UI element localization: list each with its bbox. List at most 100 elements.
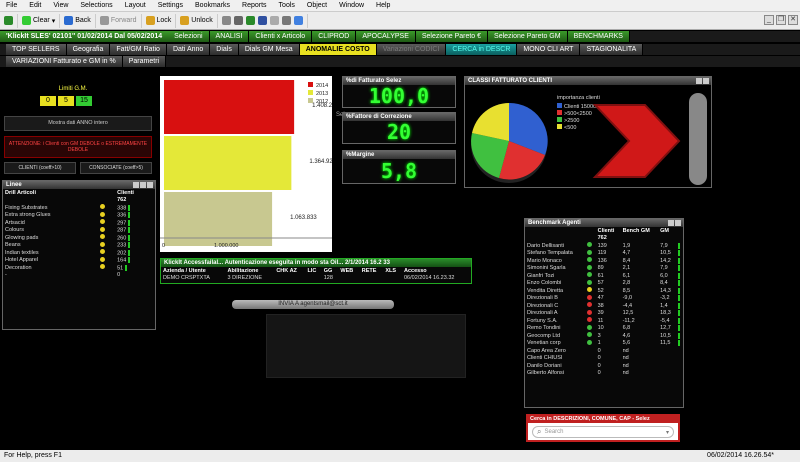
table-row[interactable]: Geocomp Ltd 3 4,6 10,5 (525, 332, 683, 340)
clienti-button[interactable]: CLIENTI (coeff>10) (4, 162, 76, 174)
tab-cerca-in-descr[interactable]: CERCA in DESCR (446, 44, 518, 55)
save-icon[interactable] (257, 16, 267, 25)
table-row[interactable]: Decoration 51 (3, 264, 155, 272)
forward-button[interactable]: Forward (96, 13, 142, 28)
tab-benchmarks[interactable]: BENCHMARKS (567, 31, 630, 42)
unlock-button[interactable]: Unlock (176, 13, 218, 28)
tab-selezione-pareto-gm[interactable]: Selezione Pareto GM (488, 31, 568, 42)
tab-mono-cli-art[interactable]: MONO CLI ART (517, 44, 581, 55)
clear-button[interactable]: Clear ▾ (18, 13, 61, 28)
menu-item-object[interactable]: Object (301, 2, 333, 9)
copy-icon[interactable] (269, 16, 279, 25)
table-row[interactable]: Clienti CHIUSI 0 nd (525, 355, 683, 363)
tab-parametri[interactable]: Parametri (122, 56, 167, 67)
tab-geografia[interactable]: Geografia (66, 44, 111, 55)
table-row[interactable]: Enzo Colombi 57 2,8 8,4 (525, 279, 683, 288)
menu-item-layout[interactable]: Layout (119, 2, 152, 9)
table-row[interactable]: Remo Tondini 10 6,8 12,7 (525, 324, 683, 333)
limit-high[interactable]: 15 (76, 96, 92, 106)
menu-item-help[interactable]: Help (370, 2, 396, 9)
table-row[interactable]: Fortuny S.A. 11 -11,2 -5,4 (525, 317, 683, 325)
restore-icon[interactable]: ❐ (776, 15, 786, 25)
lock-button[interactable]: Lock (142, 13, 177, 28)
table-row[interactable]: Venetian corp 1 5,6 11,5 (525, 339, 683, 348)
tab-anomalie-costo[interactable]: ANOMALIE COSTO (299, 44, 377, 55)
bar-2013[interactable] (164, 136, 292, 190)
table-row[interactable]: Fixing Substrates 338 (3, 204, 155, 212)
minimize-icon[interactable]: _ (764, 15, 774, 25)
table-row[interactable]: - 0 (3, 272, 155, 280)
table-row[interactable]: Stefano Tempalata 119 4,7 10,5 (525, 249, 683, 258)
show-full-year-button[interactable]: Mostra dati ANNO intero (4, 116, 152, 131)
bar-2014[interactable] (164, 80, 295, 134)
tab-selezione-pareto[interactable]: Selezione Pareto € (415, 31, 489, 42)
tab-analisi[interactable]: ANALISI (209, 31, 250, 42)
col-header[interactable]: XLS (383, 267, 402, 275)
menu-item-tools[interactable]: Tools (273, 2, 301, 9)
chevron-down-icon[interactable]: ▾ (666, 429, 669, 436)
menu-item-bookmarks[interactable]: Bookmarks (189, 2, 236, 9)
table-row[interactable]: Direzionali A 39 12,5 18,3 (525, 309, 683, 318)
back-button[interactable]: Back (60, 13, 96, 28)
tab-cliprod[interactable]: CLIPROD (312, 31, 357, 42)
table-row[interactable]: Gilberto Alfonsi 0 nd (525, 370, 683, 378)
menu-item-edit[interactable]: Edit (23, 2, 47, 9)
table-row[interactable]: Danilo Doriani 0 nd (525, 362, 683, 370)
col-header[interactable]: GM (658, 227, 676, 235)
col-header[interactable]: WEB (338, 267, 359, 275)
table-row[interactable]: Indian textiles 202 (3, 249, 155, 257)
tab-dials-gm-mesa[interactable]: Dials GM Mesa (238, 44, 300, 55)
table-row[interactable]: Glowing pads 260 (3, 234, 155, 242)
col-header[interactable]: CHK AZ (274, 267, 305, 275)
table-row[interactable]: Direzionali B 47 -9,0 -3,2 (525, 294, 683, 303)
col-header[interactable]: Clienti (115, 189, 155, 197)
search-input[interactable]: ⌕ Search ▾ (532, 426, 674, 438)
table-row[interactable]: Simonini Sgarla 89 2,1 7,9 (525, 264, 683, 273)
col-header[interactable]: LIC (305, 267, 321, 275)
tab-variazioni-fatturato-e-gm-in[interactable]: VARIAZIONI Fatturato e GM in % (6, 56, 123, 67)
col-header[interactable]: Drill Articoli (3, 189, 98, 197)
table-row[interactable]: Vendita Diretta 52 8,5 14,3 (525, 287, 683, 295)
menu-item-reports[interactable]: Reports (236, 2, 273, 9)
tab-dials[interactable]: Dials (210, 44, 239, 55)
menu-item-file[interactable]: File (0, 2, 23, 9)
table-row[interactable]: Artsacid 297 (3, 219, 155, 227)
tab-variazioni-codici[interactable]: Variazioni CODICI (376, 44, 447, 55)
tab-top-sellers[interactable]: TOP SELLERS (6, 44, 67, 55)
send-email-button[interactable]: INVIA A agentsmail@sct.it (232, 300, 394, 309)
table-row[interactable]: Mario Monaco 136 8,4 14,2 (525, 257, 683, 265)
limit-low[interactable]: 0 (40, 96, 56, 106)
tab-fatt-gm-ratio[interactable]: Fatt/GM Ratio (110, 44, 167, 55)
table-row[interactable]: Extra strong Glues 336 (3, 211, 155, 220)
table-row[interactable]: Direzionali C 38 -4,4 1,4 (525, 302, 683, 310)
col-header[interactable]: Clienti (596, 227, 621, 235)
tab-apocalypse[interactable]: APOCALYPSE (356, 31, 416, 42)
col-header[interactable]: GG (322, 267, 339, 275)
tab-clienti-x-articolo[interactable]: Clienti x Articolo (249, 31, 313, 42)
table-row[interactable]: Colours 287 (3, 226, 155, 235)
table-row[interactable]: Dario Dellisanti 139 1,9 7,9 (525, 242, 683, 250)
limit-mid[interactable]: 5 (58, 96, 74, 106)
menu-item-view[interactable]: View (47, 2, 74, 9)
excel-icon[interactable] (245, 16, 255, 25)
col-header[interactable]: Bench GM (621, 227, 658, 235)
settings-icon[interactable] (281, 16, 291, 25)
table-row[interactable]: Gianfri Tozi 61 6,1 6,0 (525, 272, 683, 280)
help-icon[interactable] (293, 16, 303, 25)
print-icon[interactable] (233, 16, 243, 25)
table-row[interactable]: Beans 233 (3, 241, 155, 250)
tab-selezioni[interactable]: Selezioni (168, 31, 210, 42)
table-row[interactable]: Capo Area Zero 0 nd (525, 347, 683, 355)
menu-item-selections[interactable]: Selections (74, 2, 118, 9)
col-header[interactable]: RETE (360, 267, 384, 275)
menu-item-window[interactable]: Window (333, 2, 370, 9)
col-header[interactable]: Azienda / Utente (161, 267, 226, 275)
table-row[interactable]: Hotel Apparel 164 (3, 256, 155, 265)
menu-item-settings[interactable]: Settings (152, 2, 189, 9)
tab-stagionalita[interactable]: STAGIONALITA (580, 44, 644, 55)
tab-dati-anno[interactable]: Dati Anno (166, 44, 211, 55)
close-icon[interactable]: ✕ (788, 15, 798, 25)
col-header[interactable]: Accesso (402, 267, 471, 275)
search-icon[interactable] (221, 16, 231, 25)
col-header[interactable]: Abilitazione (226, 267, 275, 275)
